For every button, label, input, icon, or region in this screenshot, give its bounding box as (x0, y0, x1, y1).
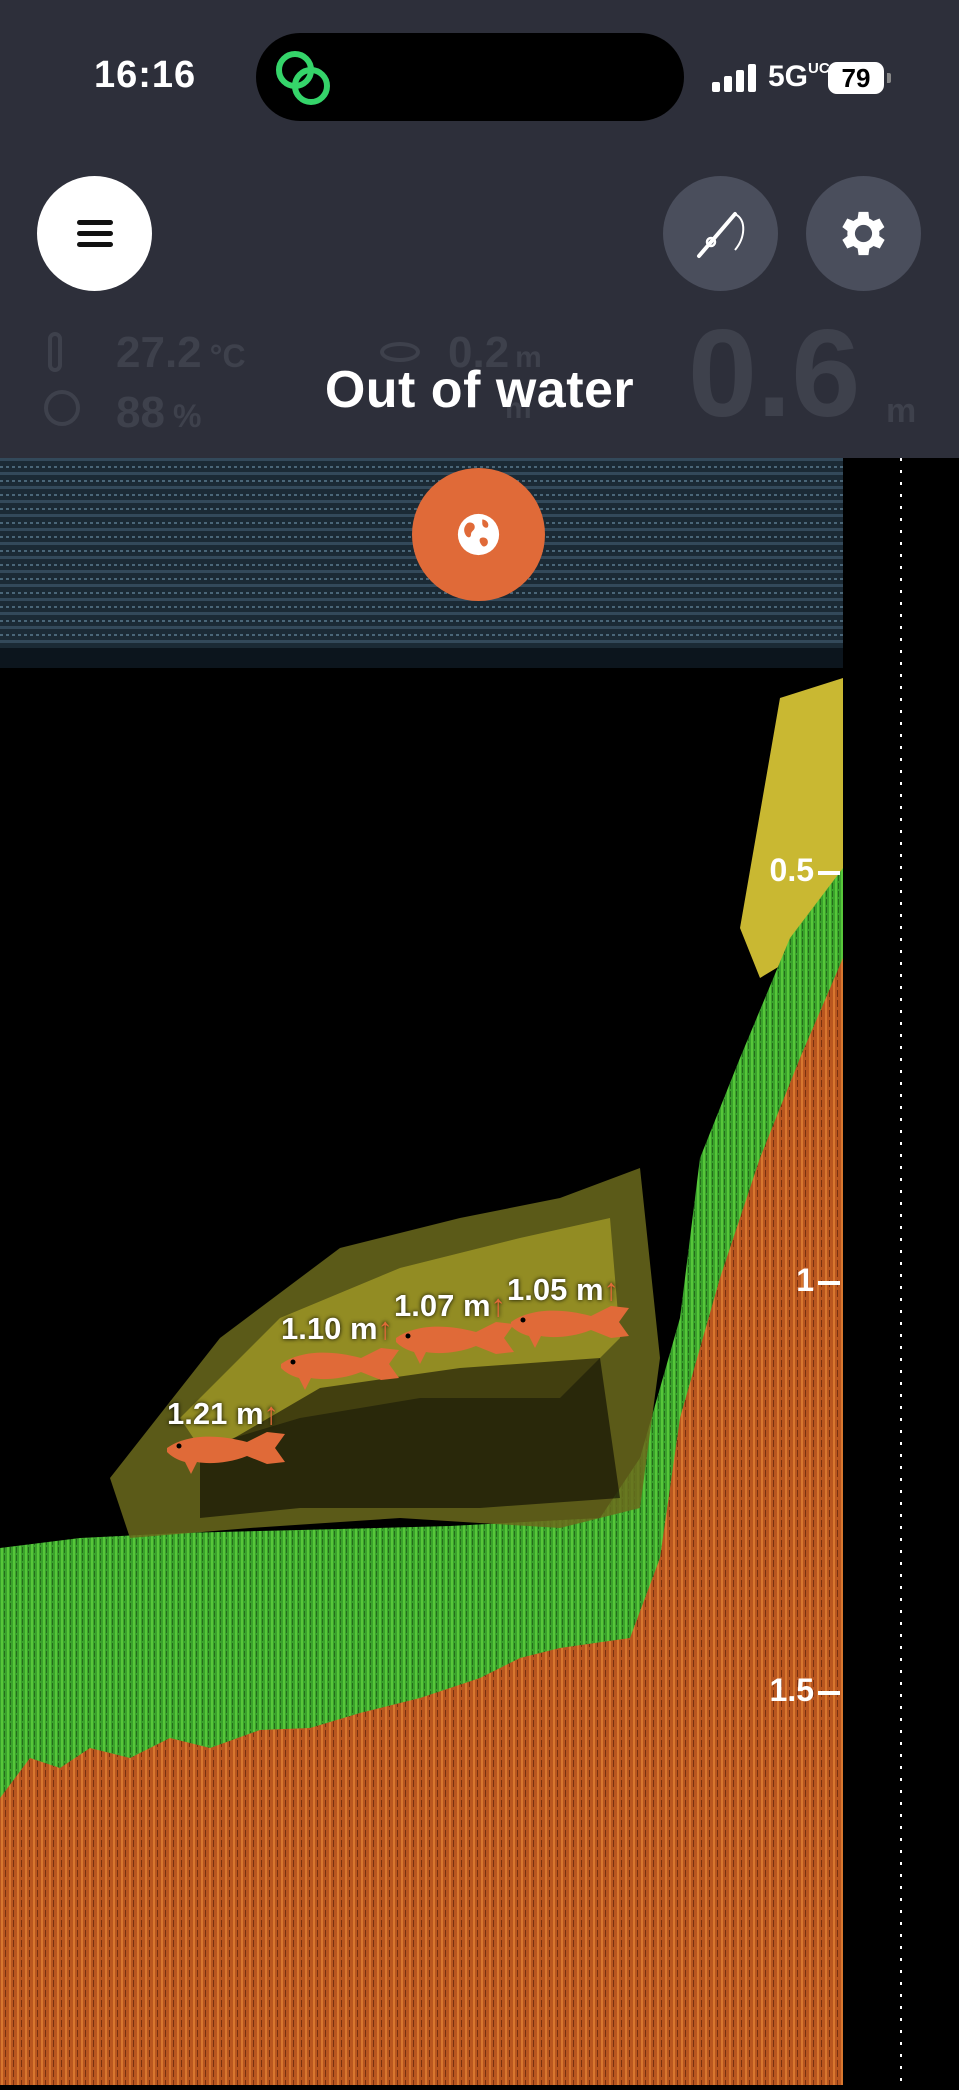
fishing-rod-button[interactable] (663, 176, 778, 291)
hamburger-icon (77, 220, 113, 225)
fish-depth-label: 1.10 m↑ (281, 1311, 394, 1346)
fishing-rod-icon (697, 212, 745, 258)
signal-icon (712, 62, 758, 92)
fish-icon (167, 1432, 285, 1474)
sonar-image (0, 458, 843, 2085)
dynamic-island (256, 33, 684, 121)
globe-icon (457, 513, 500, 556)
network-type: 5GUC (768, 60, 830, 93)
hamburger-line (77, 231, 113, 236)
top-depth-icon (380, 342, 420, 362)
status-time: 16:16 (94, 54, 197, 96)
battery-indicator: 79 (828, 62, 891, 94)
gear-icon (842, 211, 885, 256)
fish-icon (396, 1322, 514, 1364)
settings-button[interactable] (806, 176, 921, 291)
depth-tick-label: 1 (796, 1262, 840, 1299)
hamburger-line (77, 242, 113, 247)
depth-tick-label: 1.5 (770, 1672, 840, 1709)
depth-scale-dots (900, 458, 902, 2085)
sonar-display[interactable] (0, 458, 843, 2085)
fish-icon (511, 1306, 629, 1348)
depth-scale-strip (843, 458, 959, 2085)
status-message: Out of water (324, 361, 635, 419)
link-icon-ring (292, 67, 330, 105)
app-header: 16:16 5GUC 79 27.2 °C 88% 0.2 m m 0.6 m Ou… (0, 0, 959, 458)
fish-icon (281, 1348, 399, 1390)
menu-button[interactable] (37, 176, 152, 291)
map-button[interactable] (412, 468, 545, 601)
depth-tick-label: 0.5 (770, 852, 840, 889)
fish-depth-label: 1.21 m↑ (167, 1396, 280, 1431)
